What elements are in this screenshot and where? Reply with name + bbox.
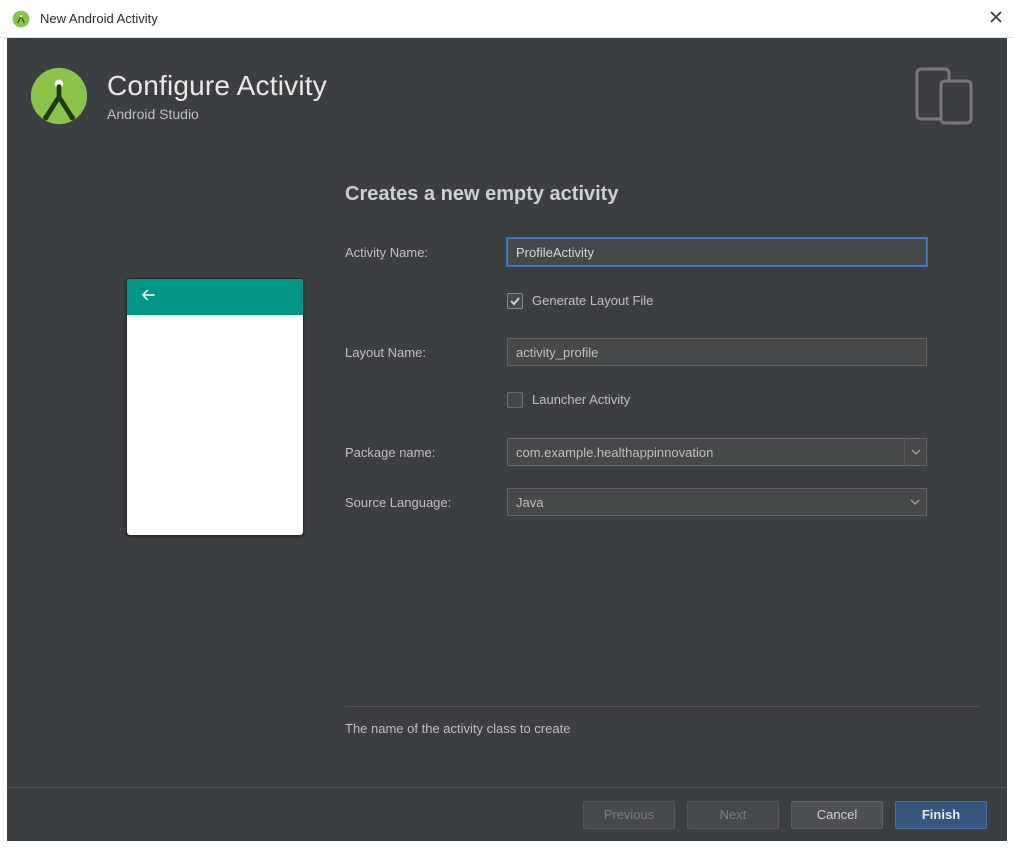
package-name-value: com.example.healthappinnovation <box>516 445 713 460</box>
layout-name-label: Layout Name: <box>345 345 507 360</box>
window-title: New Android Activity <box>40 11 1002 26</box>
checkbox-unchecked-icon <box>507 392 523 408</box>
next-button[interactable]: Next <box>687 801 779 829</box>
layout-name-input[interactable] <box>507 338 927 366</box>
finish-button[interactable]: Finish <box>895 801 987 829</box>
window-close-button[interactable] <box>990 10 1002 28</box>
hint-text: The name of the activity class to create <box>345 721 979 736</box>
activity-name-input[interactable] <box>507 238 927 266</box>
package-name-select[interactable]: com.example.healthappinnovation <box>507 438 927 466</box>
dropdown-caret-icon <box>904 489 926 515</box>
generate-layout-label: Generate Layout File <box>532 293 653 308</box>
android-studio-icon <box>12 10 30 28</box>
activity-name-label: Activity Name: <box>345 245 507 260</box>
devices-icon <box>911 67 977 125</box>
section-title: Creates a new empty activity <box>345 183 979 206</box>
main-panel: Configure Activity Android Studio Create… <box>7 38 1007 841</box>
source-language-value: Java <box>516 495 543 510</box>
checkbox-checked-icon <box>507 293 523 309</box>
cancel-button[interactable]: Cancel <box>791 801 883 829</box>
package-name-label: Package name: <box>345 445 507 460</box>
hint-separator <box>345 706 979 707</box>
launcher-activity-checkbox[interactable]: Launcher Activity <box>507 392 630 408</box>
activity-preview <box>126 278 304 536</box>
back-arrow-icon <box>139 286 157 309</box>
footer: Previous Next Cancel Finish <box>7 787 1007 841</box>
previous-button[interactable]: Previous <box>583 801 675 829</box>
launcher-activity-label: Launcher Activity <box>532 392 630 407</box>
generate-layout-checkbox[interactable]: Generate Layout File <box>507 293 653 309</box>
dropdown-caret-icon <box>904 439 926 465</box>
source-language-label: Source Language: <box>345 495 507 510</box>
source-language-select[interactable]: Java <box>507 488 927 516</box>
body: Creates a new empty activity Activity Na… <box>7 155 1007 736</box>
android-studio-logo-icon <box>29 66 89 126</box>
page-subtitle: Android Studio <box>107 106 911 122</box>
page-title: Configure Activity <box>107 70 911 102</box>
form: Creates a new empty activity Activity Na… <box>287 165 979 736</box>
header: Configure Activity Android Studio <box>7 38 1007 155</box>
titlebar: New Android Activity <box>0 0 1014 38</box>
